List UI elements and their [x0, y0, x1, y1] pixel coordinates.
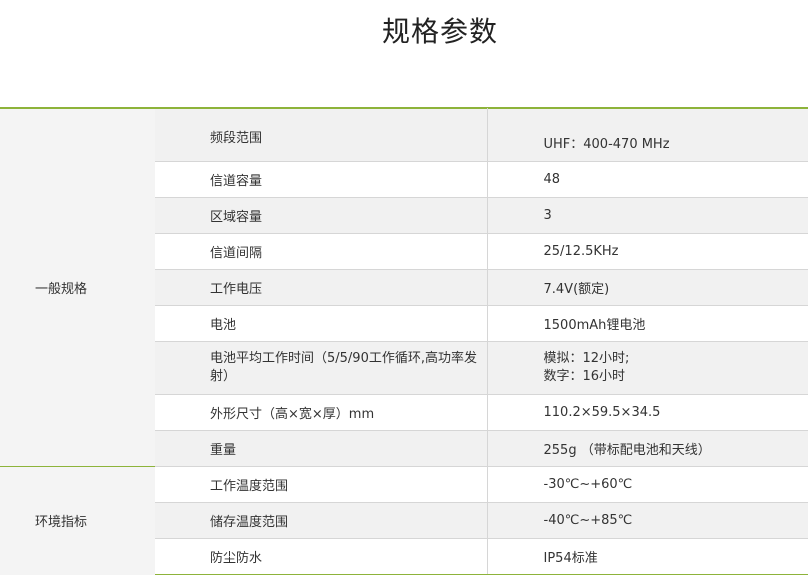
group-label-general: 一般规格 — [0, 108, 155, 467]
spec-value: 110.2×59.5×34.5 — [487, 394, 808, 431]
spec-value: 255g （带标配电池和天线） — [487, 430, 808, 467]
spec-value: -30℃~+60℃ — [487, 466, 808, 503]
spec-value: 48 — [487, 161, 808, 198]
spec-name: 信道间隔 — [155, 233, 488, 270]
spec-name-line: 射） — [210, 369, 237, 384]
spec-table: 一般规格 频段范围 UHF：400-470 MHz 信道容量 48 区域容量 3… — [0, 108, 808, 575]
spec-name: 储存温度范围 — [155, 502, 488, 539]
spec-value: IP54标准 — [487, 538, 808, 575]
spec-name-line: 电池平均工作时间（5/5/90工作循环,高功率发 — [210, 351, 477, 366]
spec-name: 频段范围 — [155, 108, 488, 162]
spec-name: 区域容量 — [155, 197, 488, 234]
spec-value-line: 模拟：12小时; — [543, 351, 630, 366]
table-row: 环境指标 工作温度范围 -30℃~+60℃ — [0, 466, 808, 575]
spec-name: 信道容量 — [155, 161, 488, 198]
spec-name: 工作电压 — [155, 269, 488, 306]
spec-name: 电池平均工作时间（5/5/90工作循环,高功率发 射） — [155, 341, 488, 395]
spec-value: 7.4V(额定) — [487, 269, 808, 306]
spec-value: UHF：400-470 MHz — [487, 108, 808, 162]
spec-name: 工作温度范围 — [155, 466, 488, 503]
spec-name: 防尘防水 — [155, 538, 488, 575]
spec-name: 电池 — [155, 305, 488, 342]
title-divider — [0, 107, 808, 108]
table-row: 一般规格 频段范围 UHF：400-470 MHz — [0, 108, 808, 467]
spec-name: 重量 — [155, 430, 488, 467]
spec-name: 外形尺寸（高×宽×厚）mm — [155, 394, 488, 431]
spec-value: -40℃~+85℃ — [487, 502, 808, 539]
spec-value: 模拟：12小时; 数字：16小时 — [487, 341, 808, 395]
spec-value-line: 数字：16小时 — [543, 369, 626, 384]
group-label-environment: 环境指标 — [0, 466, 155, 575]
page-title: 规格参数 — [381, 15, 498, 48]
spec-value: 3 — [487, 197, 808, 234]
spec-value: 1500mAh锂电池 — [487, 305, 808, 342]
spec-value: 25/12.5KHz — [487, 233, 808, 270]
